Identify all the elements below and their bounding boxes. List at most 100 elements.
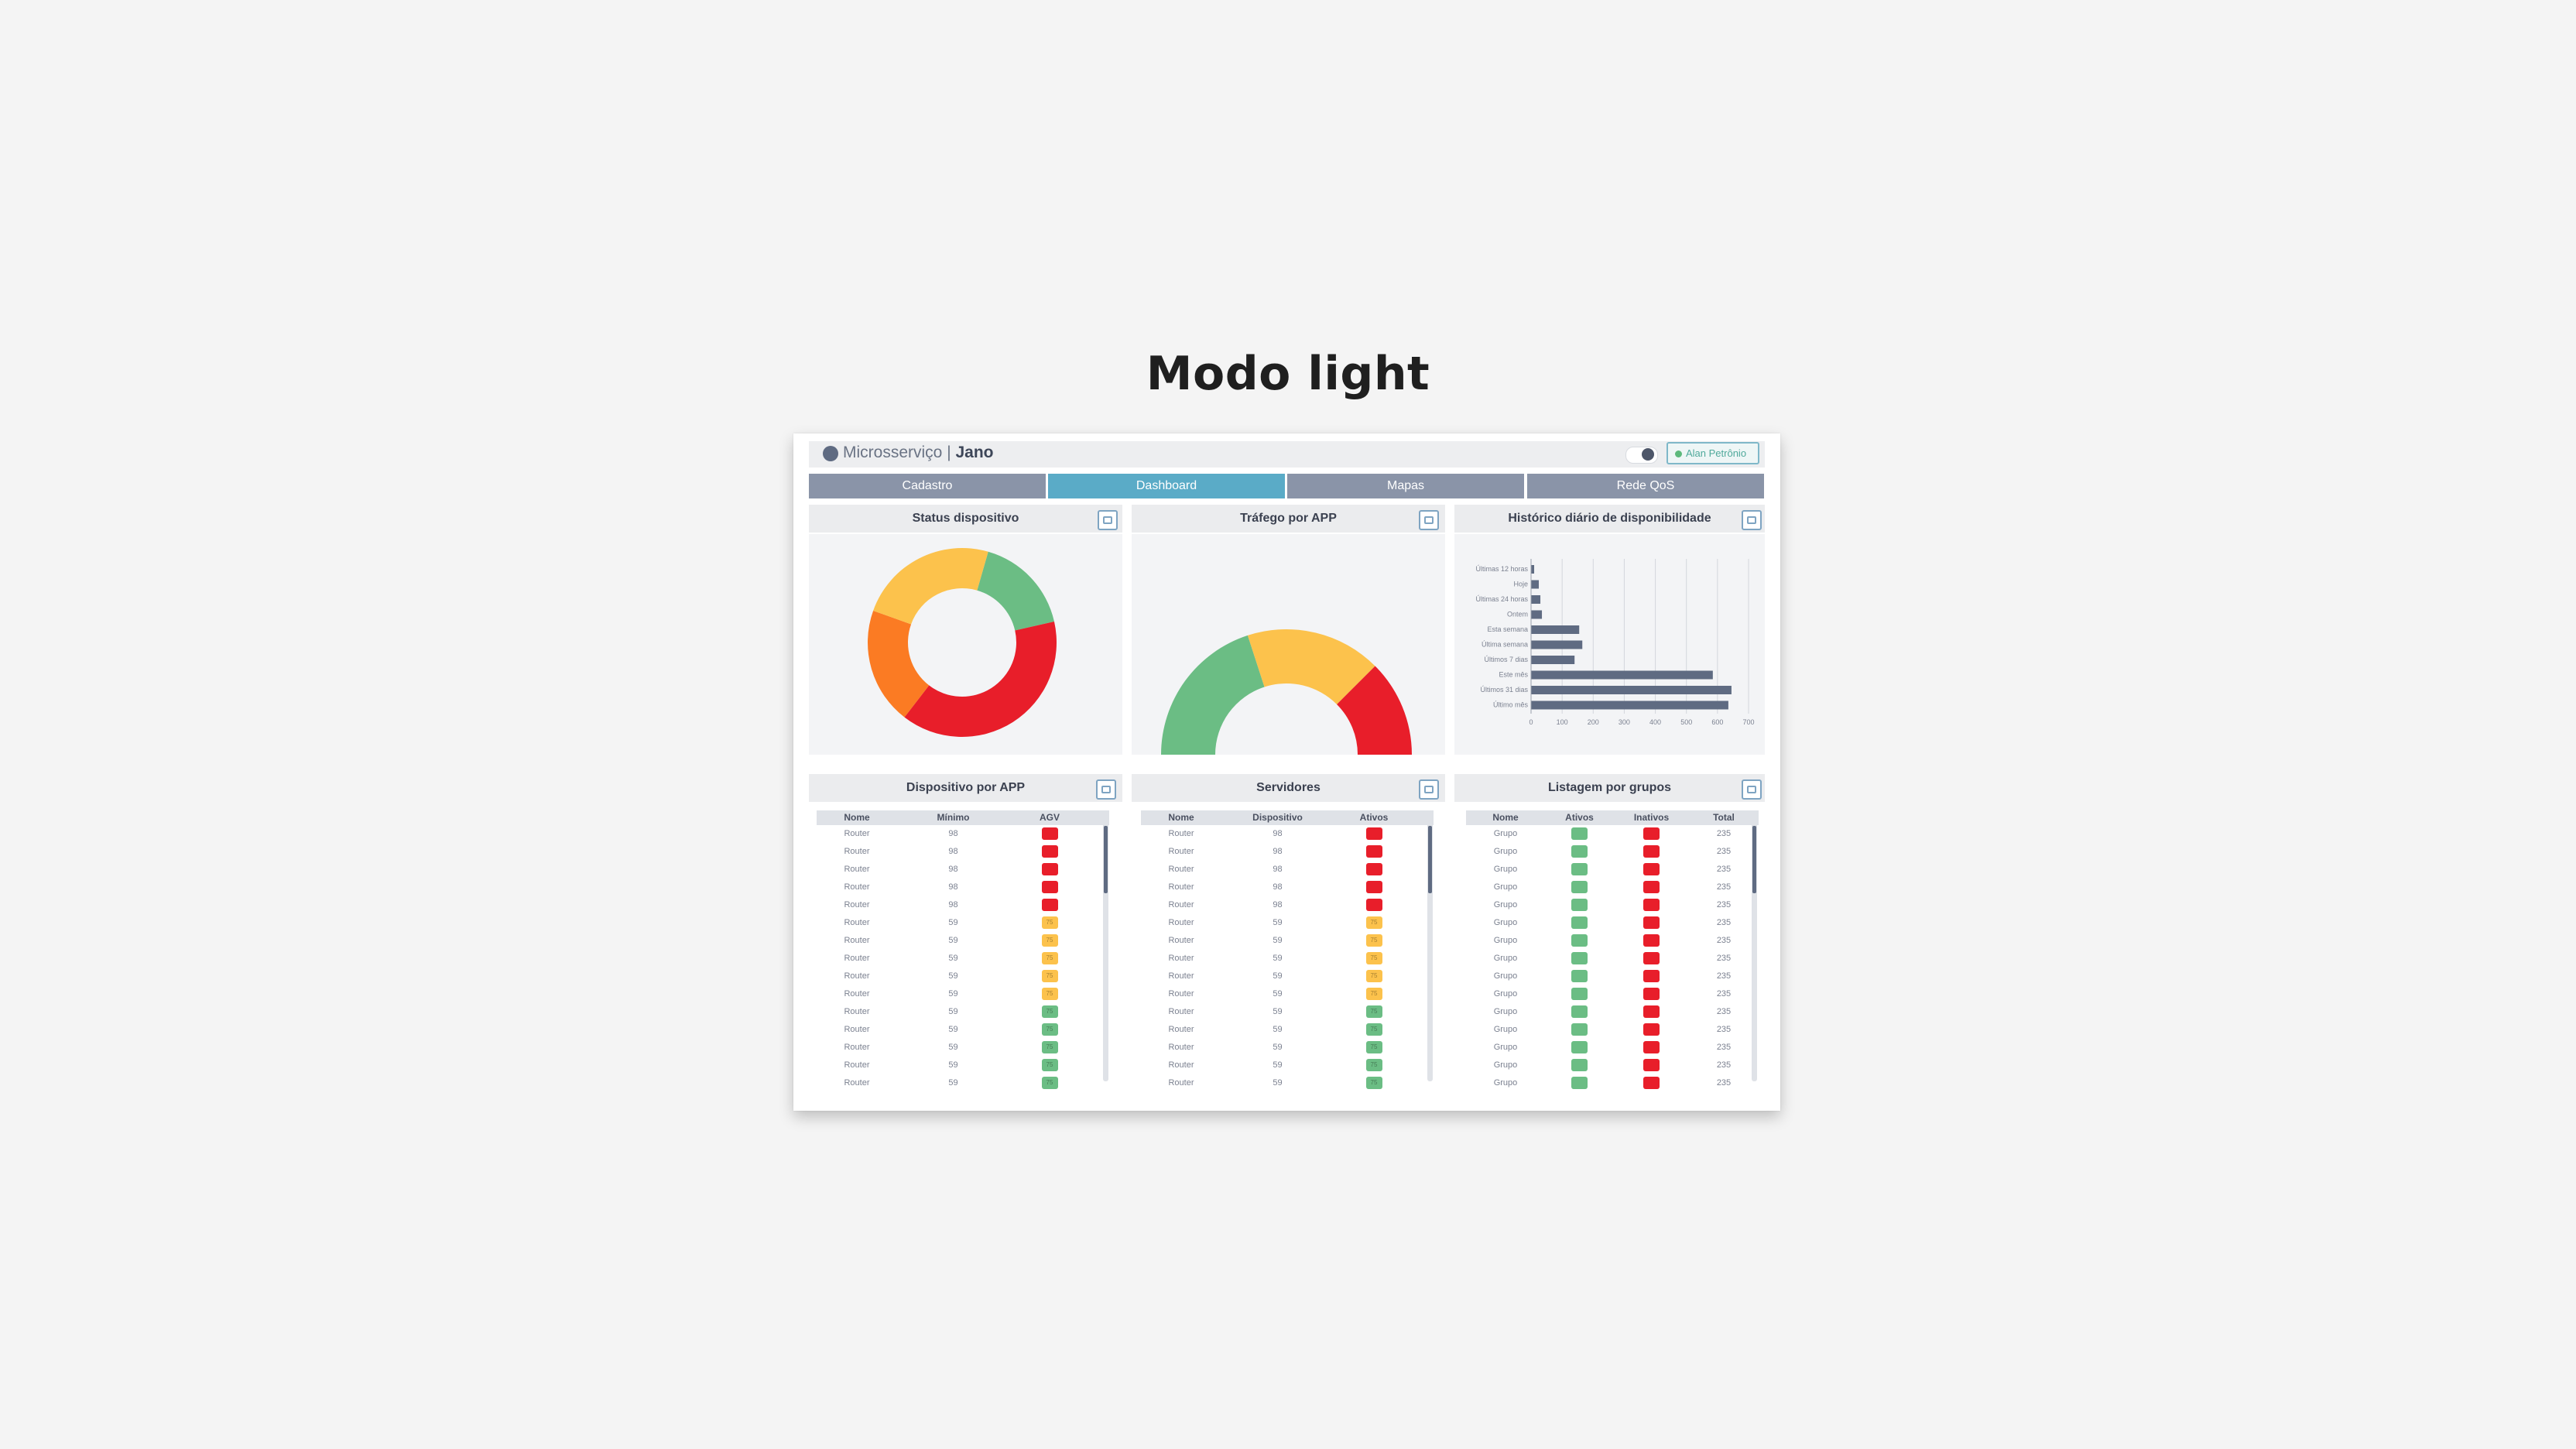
table-row[interactable]: Router 59 75 <box>817 985 1109 1003</box>
donut-slice-0[interactable] <box>977 551 1054 631</box>
table-row[interactable]: Router 59 75 <box>1141 1021 1434 1039</box>
bar[interactable] <box>1531 610 1543 619</box>
table-row[interactable]: Router 98 <box>1141 879 1434 896</box>
table-row[interactable]: Router 98 <box>1141 825 1434 843</box>
bar[interactable] <box>1531 686 1732 694</box>
table-row[interactable]: Router 98 <box>817 861 1109 879</box>
column-header[interactable]: Ativos <box>1545 810 1614 825</box>
bar[interactable] <box>1531 670 1713 680</box>
table-scrollbar[interactable] <box>1427 810 1433 1081</box>
bar[interactable] <box>1531 625 1580 634</box>
bar[interactable] <box>1531 580 1540 589</box>
table-row[interactable]: Router 59 75 <box>817 950 1109 968</box>
tab-dashboard[interactable]: Dashboard <box>1048 474 1285 498</box>
status-badge: 75 <box>1041 1023 1058 1036</box>
status-badge <box>1041 881 1058 894</box>
cell-value: 98 <box>948 847 958 856</box>
cell-inativos <box>1614 879 1689 896</box>
tab-rede-qos[interactable]: Rede QoS <box>1527 474 1764 498</box>
status-badge: 75 <box>1365 952 1382 965</box>
scrollbar-thumb[interactable] <box>1428 826 1432 893</box>
bar[interactable] <box>1531 656 1575 664</box>
table-row[interactable]: Grupo 235 <box>1466 1057 1759 1074</box>
table-row[interactable]: Router 59 75 <box>1141 950 1434 968</box>
table-row[interactable]: Router 98 <box>817 843 1109 861</box>
table-row[interactable]: Grupo 235 <box>1466 950 1759 968</box>
table-row[interactable]: Router 98 <box>817 825 1109 843</box>
panel-expand-icon[interactable] <box>1419 779 1439 800</box>
column-header[interactable]: Dispositivo <box>1221 810 1334 825</box>
bar[interactable] <box>1531 701 1728 710</box>
panel-expand-icon[interactable] <box>1098 510 1118 530</box>
column-header[interactable]: Nome <box>1466 810 1545 825</box>
table-row[interactable]: Grupo 235 <box>1466 1039 1759 1057</box>
cell-value: 59 <box>1273 918 1283 927</box>
table-row[interactable]: Router 98 <box>817 896 1109 914</box>
table-row[interactable]: Router 59 75 <box>817 1057 1109 1074</box>
donut-slice-1[interactable] <box>904 622 1057 737</box>
table-scrollbar[interactable] <box>1103 810 1108 1081</box>
table-row[interactable]: Router 59 75 <box>1141 1074 1434 1092</box>
table-scrollbar[interactable] <box>1752 810 1757 1081</box>
table-row[interactable]: Router 59 75 <box>1141 1039 1434 1057</box>
cell-inativos <box>1614 825 1689 843</box>
scrollbar-thumb[interactable] <box>1752 826 1756 893</box>
cell-total: 235 <box>1716 936 1732 945</box>
table-row[interactable]: Grupo 235 <box>1466 1074 1759 1092</box>
table-row[interactable]: Router 59 75 <box>817 968 1109 985</box>
tab-mapas[interactable]: Mapas <box>1287 474 1524 498</box>
column-header[interactable]: AGV <box>1009 810 1090 825</box>
cell-name: Router <box>844 1043 870 1052</box>
table-row[interactable]: Router 59 75 <box>1141 968 1434 985</box>
table-row[interactable]: Router 59 75 <box>817 1003 1109 1021</box>
table-row[interactable]: Grupo 235 <box>1466 968 1759 985</box>
gauge-slice-0[interactable] <box>1161 635 1265 755</box>
table-row[interactable]: Grupo 235 <box>1466 914 1759 932</box>
table-row[interactable]: Router 98 <box>817 879 1109 896</box>
bar[interactable] <box>1531 640 1583 649</box>
tab-cadastro[interactable]: Cadastro <box>809 474 1046 498</box>
table-row[interactable]: Router 59 75 <box>1141 1057 1434 1074</box>
bar[interactable] <box>1531 565 1535 574</box>
donut-slice-3[interactable] <box>873 548 988 625</box>
panel-expand-icon[interactable] <box>1096 779 1116 800</box>
panel-expand-icon[interactable] <box>1419 510 1439 530</box>
table-row[interactable]: Grupo 235 <box>1466 985 1759 1003</box>
table-row[interactable]: Grupo 235 <box>1466 843 1759 861</box>
bar[interactable] <box>1531 595 1541 604</box>
user-badge[interactable]: Alan Petrônio <box>1667 442 1759 464</box>
table-row[interactable]: Router 59 75 <box>817 914 1109 932</box>
column-header[interactable]: Inativos <box>1614 810 1689 825</box>
table-row[interactable]: Router 59 75 <box>1141 985 1434 1003</box>
table-row[interactable]: Grupo 235 <box>1466 825 1759 843</box>
table-row[interactable]: Grupo 235 <box>1466 896 1759 914</box>
column-header[interactable]: Nome <box>1141 810 1221 825</box>
table-row[interactable]: Router 98 <box>1141 896 1434 914</box>
table-row[interactable]: Router 59 75 <box>817 1074 1109 1092</box>
column-header[interactable]: Total <box>1689 810 1759 825</box>
table-row[interactable]: Router 98 <box>1141 843 1434 861</box>
cell-status: 75 <box>1009 1074 1090 1092</box>
table-row[interactable]: Router 59 75 <box>817 932 1109 950</box>
column-header[interactable]: Ativos <box>1334 810 1414 825</box>
table-row[interactable]: Router 59 75 <box>1141 932 1434 950</box>
panel-expand-icon[interactable] <box>1742 779 1762 800</box>
table-row[interactable]: Router 59 75 <box>1141 1003 1434 1021</box>
y-tick-label: Último mês <box>1493 701 1529 709</box>
table-row[interactable]: Router 59 75 <box>817 1039 1109 1057</box>
table-row[interactable]: Router 59 75 <box>817 1021 1109 1039</box>
status-badge: 75 <box>1041 916 1058 930</box>
table-row[interactable]: Grupo 235 <box>1466 932 1759 950</box>
table-row[interactable]: Grupo 235 <box>1466 879 1759 896</box>
table-row[interactable]: Grupo 235 <box>1466 861 1759 879</box>
status-badge <box>1643 881 1660 894</box>
column-header[interactable]: Nome <box>817 810 897 825</box>
table-row[interactable]: Grupo 235 <box>1466 1021 1759 1039</box>
panel-expand-icon[interactable] <box>1742 510 1762 530</box>
table-row[interactable]: Router 98 <box>1141 861 1434 879</box>
cell-inativos <box>1614 950 1689 968</box>
scrollbar-thumb[interactable] <box>1104 826 1108 893</box>
table-row[interactable]: Router 59 75 <box>1141 914 1434 932</box>
column-header[interactable]: Mínimo <box>897 810 1009 825</box>
table-row[interactable]: Grupo 235 <box>1466 1003 1759 1021</box>
